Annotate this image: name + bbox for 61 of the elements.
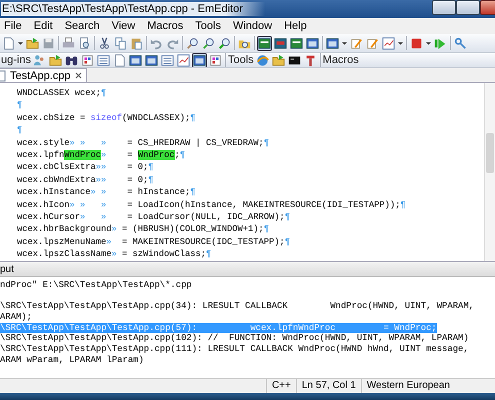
output-line[interactable]: ndProc" E:\SRC\TestApp\TestApp\*.cpp xyxy=(0,280,192,291)
page-magnifier-icon[interactable] xyxy=(77,36,92,50)
output-line[interactable]: \SRC\TestApp\TestApp\TestApp.cpp(102): // FUNCTION: WndProc(HWND, UINT, WPARAM, LPARAM) xyxy=(0,333,469,344)
palette-icon[interactable] xyxy=(208,53,223,67)
code-line: wcex.cbSize = sizeof(WNDCLASSEX);¶ xyxy=(17,112,197,124)
code-line: wcex.lpszMenuName» = MAKEINTRESOURCE(IDC_TESTAPP);¶ xyxy=(17,236,292,248)
output-line[interactable]: \SRC\TestApp\TestApp\TestApp.cpp(34): LRESULT CALLBACK WndProc(HWND, UINT, WPARAM, xyxy=(0,301,474,312)
code-line: WNDCLASSEX wcex;¶ xyxy=(17,87,108,100)
window-icon[interactable] xyxy=(144,53,159,67)
menu-item[interactable]: Macros xyxy=(143,20,192,32)
code-line: wcex.hIcon» » » = LoadIcon(hInstance, MAKEINTRESOURCE(IDI_TESTAPP));¶ xyxy=(17,198,407,211)
window-icon[interactable] xyxy=(325,36,340,50)
file-tab[interactable]: TestApp.cpp xyxy=(0,68,87,82)
code-line: wcex.cbWndExtra»» = 0;¶ xyxy=(17,174,155,186)
menu-item[interactable]: Edit xyxy=(30,20,61,32)
toolbar-label: ug-ins xyxy=(1,54,31,66)
window-icon[interactable] xyxy=(257,36,272,50)
toolbar-label: Tools xyxy=(228,54,254,66)
code-line: wcex.hInstance» » = hInstance;¶ xyxy=(17,186,197,199)
list-icon[interactable] xyxy=(96,53,111,67)
output-line[interactable]: \SRC\TestApp\TestApp\TestApp.cpp(111): LRESULT CALLBACK WndProc(HWND hWnd, UINT message, xyxy=(0,344,469,355)
list-icon[interactable] xyxy=(160,53,175,67)
pane-title: put xyxy=(0,264,14,274)
menu-item[interactable]: Help xyxy=(280,20,315,32)
toolbar-label: Macros xyxy=(322,54,359,66)
close-button[interactable] xyxy=(480,0,495,14)
window-icon[interactable] xyxy=(273,36,288,50)
magnifier-arrow-icon[interactable] xyxy=(201,36,216,50)
window-icon[interactable] xyxy=(128,53,143,67)
code-line: ¶ xyxy=(17,99,24,112)
menu-item[interactable]: Window xyxy=(228,20,280,32)
maximize-button[interactable] xyxy=(456,0,480,14)
copy-icon[interactable] xyxy=(113,36,128,50)
code-line: wcex.lpszClassName» = szWindowClass;¶ xyxy=(17,248,212,260)
scrollbar[interactable] xyxy=(484,83,495,261)
output-line[interactable]: ARAM); xyxy=(0,312,32,323)
code-line: wcex.lpfnWndProc» = WndProc;¶ xyxy=(17,148,186,162)
menu-item[interactable]: View xyxy=(108,20,144,32)
code-line: ¶ xyxy=(17,124,24,137)
minimize-button[interactable] xyxy=(432,0,456,14)
chart-icon[interactable] xyxy=(176,53,191,67)
code-line: wcex.cbClsExtra»» = 0;¶ xyxy=(17,161,155,174)
menu-item[interactable]: Tools xyxy=(191,20,229,32)
close-icon[interactable] xyxy=(74,72,82,79)
magnifier-arrow-icon[interactable] xyxy=(217,36,232,50)
window-icon[interactable] xyxy=(289,36,304,50)
stop-icon[interactable] xyxy=(409,36,424,50)
window-title: E:\SRC\TestApp\TestApp\TestApp.cpp - EmEditor xyxy=(1,2,265,16)
palette-icon[interactable] xyxy=(80,53,95,67)
code-line: wcex.hbrBackground» = (HBRUSH)(COLOR_WINDOW+1);¶ xyxy=(17,223,270,236)
scissors-icon[interactable] xyxy=(97,36,112,50)
chart-icon[interactable] xyxy=(381,36,396,50)
menu-item[interactable]: File xyxy=(0,20,30,32)
window-icon[interactable] xyxy=(192,53,207,67)
code-line: wcex.hCursor» » = LoadCursor(NULL, IDC_ARROW);¶ xyxy=(17,210,292,224)
search-icon[interactable] xyxy=(185,36,200,50)
clipboard-icon[interactable] xyxy=(129,36,144,50)
code-line: wcex.style» » » = CS_HREDRAW | CS_VREDRAW;¶ xyxy=(17,136,270,149)
output-line[interactable]: ARAM wParam, LPARAM lParam) xyxy=(0,354,144,366)
menu-item[interactable]: Search xyxy=(60,20,108,32)
window-icon[interactable] xyxy=(305,36,320,50)
